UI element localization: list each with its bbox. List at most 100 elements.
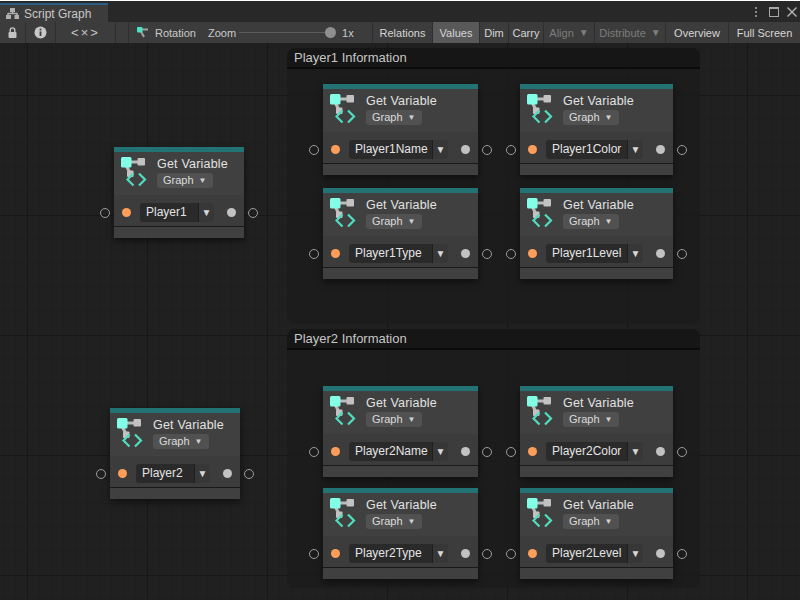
node-get-variable-player1level[interactable]: Get Variable Graph ▼ Player1Level ▼ bbox=[520, 188, 673, 279]
output-port[interactable] bbox=[244, 469, 254, 479]
lock-button[interactable] bbox=[0, 22, 25, 43]
input-port[interactable] bbox=[309, 249, 319, 259]
graph-kind-dropdown[interactable]: Graph ▼ bbox=[563, 514, 619, 529]
variable-name-port[interactable] bbox=[118, 469, 127, 478]
dropdown-arrow-icon[interactable]: ▼ bbox=[628, 544, 643, 563]
carry-button[interactable]: Carry bbox=[508, 22, 543, 43]
fullscreen-button[interactable]: Full Screen bbox=[728, 22, 800, 43]
output-port[interactable] bbox=[677, 447, 687, 457]
group-header[interactable]: Player1 Information bbox=[287, 48, 700, 69]
variable-dropdown-value[interactable]: Player2Color bbox=[546, 442, 628, 461]
node-get-variable-player1[interactable]: Get Variable Graph ▼ Player1 ▼ bbox=[114, 147, 244, 238]
variable-name-port[interactable] bbox=[331, 145, 340, 154]
window-menu-icon[interactable] bbox=[749, 5, 763, 19]
input-port[interactable] bbox=[96, 469, 106, 479]
tab-script-graph[interactable]: Script Graph bbox=[0, 3, 108, 22]
input-port[interactable] bbox=[506, 549, 516, 559]
info-button[interactable] bbox=[26, 22, 55, 43]
input-port[interactable] bbox=[100, 208, 110, 218]
overview-button[interactable]: Overview bbox=[665, 22, 728, 43]
variable-dropdown-value[interactable]: Player1 bbox=[140, 203, 199, 222]
variable-dropdown[interactable]: Player2Level ▼ bbox=[546, 544, 643, 563]
node-get-variable-player2type[interactable]: Get Variable Graph ▼ Player2Type ▼ bbox=[323, 488, 478, 579]
group-header[interactable]: Player2 Information bbox=[287, 329, 700, 350]
variable-dropdown[interactable]: Player2Color ▼ bbox=[546, 442, 643, 461]
node-header[interactable]: Get Variable Graph ▼ bbox=[520, 493, 673, 536]
graph-kind-dropdown[interactable]: Graph ▼ bbox=[563, 412, 619, 427]
maximize-icon[interactable] bbox=[769, 7, 779, 17]
variable-dropdown[interactable]: Player1 ▼ bbox=[140, 203, 214, 222]
graph-canvas[interactable]: Player1 Information Player2 Information … bbox=[0, 43, 800, 600]
node-header[interactable]: Get Variable Graph ▼ bbox=[114, 152, 244, 195]
node-header[interactable]: Get Variable Graph ▼ bbox=[323, 89, 478, 132]
variable-dropdown-value[interactable]: Player2Type bbox=[349, 544, 433, 563]
variable-dropdown[interactable]: Player1Type ▼ bbox=[349, 244, 448, 263]
input-port[interactable] bbox=[309, 447, 319, 457]
input-port[interactable] bbox=[309, 145, 319, 155]
variable-dropdown-value[interactable]: Player1Name bbox=[349, 140, 433, 159]
node-get-variable-player2color[interactable]: Get Variable Graph ▼ Player2Color ▼ bbox=[520, 386, 673, 477]
graph-kind-dropdown[interactable]: Graph ▼ bbox=[563, 110, 619, 125]
variable-name-port[interactable] bbox=[331, 249, 340, 258]
variable-dropdown-value[interactable]: Player1Level bbox=[546, 244, 628, 263]
output-port[interactable] bbox=[482, 447, 492, 457]
variable-name-port[interactable] bbox=[331, 447, 340, 456]
node-header[interactable]: Get Variable Graph ▼ bbox=[323, 391, 478, 434]
distribute-button[interactable]: Distribute▼ bbox=[594, 22, 665, 43]
variable-dropdown-value[interactable]: Player1Color bbox=[546, 140, 628, 159]
variable-dropdown-value[interactable]: Player2Name bbox=[349, 442, 433, 461]
node-header[interactable]: Get Variable Graph ▼ bbox=[520, 193, 673, 236]
dropdown-arrow-icon[interactable]: ▼ bbox=[195, 464, 210, 483]
dim-button[interactable]: Dim bbox=[479, 22, 508, 43]
variable-name-port[interactable] bbox=[122, 208, 131, 217]
close-icon[interactable] bbox=[785, 2, 798, 22]
dropdown-arrow-icon[interactable]: ▼ bbox=[433, 544, 448, 563]
node-get-variable-player2[interactable]: Get Variable Graph ▼ Player2 ▼ bbox=[110, 408, 240, 499]
node-get-variable-player2level[interactable]: Get Variable Graph ▼ Player2Level ▼ bbox=[520, 488, 673, 579]
zoom-slider-handle[interactable] bbox=[325, 27, 336, 38]
output-port[interactable] bbox=[482, 249, 492, 259]
output-port[interactable] bbox=[482, 145, 492, 155]
variables-toggle-button[interactable]: <×> bbox=[56, 22, 115, 43]
input-port[interactable] bbox=[506, 249, 516, 259]
node-get-variable-player1name[interactable]: Get Variable Graph ▼ Player1Name ▼ bbox=[323, 84, 478, 175]
dropdown-arrow-icon[interactable]: ▼ bbox=[628, 244, 643, 263]
node-header[interactable]: Get Variable Graph ▼ bbox=[323, 493, 478, 536]
graph-kind-dropdown[interactable]: Graph ▼ bbox=[366, 412, 422, 427]
variable-dropdown[interactable]: Player2Type ▼ bbox=[349, 544, 448, 563]
variable-name-port[interactable] bbox=[528, 447, 537, 456]
node-get-variable-player1type[interactable]: Get Variable Graph ▼ Player1Type ▼ bbox=[323, 188, 478, 279]
graph-kind-dropdown[interactable]: Graph ▼ bbox=[157, 173, 213, 188]
node-get-variable-player2name[interactable]: Get Variable Graph ▼ Player2Name ▼ bbox=[323, 386, 478, 477]
dropdown-arrow-icon[interactable]: ▼ bbox=[433, 244, 448, 263]
dropdown-arrow-icon[interactable]: ▼ bbox=[628, 442, 643, 461]
align-button[interactable]: Align▼ bbox=[543, 22, 594, 43]
input-port[interactable] bbox=[506, 145, 516, 155]
graph-kind-dropdown[interactable]: Graph ▼ bbox=[563, 214, 619, 229]
variable-dropdown-value[interactable]: Player2Level bbox=[546, 544, 628, 563]
rotation-control[interactable]: Rotation bbox=[129, 22, 196, 43]
zoom-slider[interactable] bbox=[239, 22, 336, 43]
node-header[interactable]: Get Variable Graph ▼ bbox=[110, 413, 240, 456]
input-port[interactable] bbox=[506, 447, 516, 457]
graph-kind-dropdown[interactable]: Graph ▼ bbox=[366, 514, 422, 529]
variable-name-port[interactable] bbox=[331, 549, 340, 558]
dropdown-arrow-icon[interactable]: ▼ bbox=[628, 140, 643, 159]
relations-button[interactable]: Relations bbox=[372, 22, 432, 43]
node-header[interactable]: Get Variable Graph ▼ bbox=[323, 193, 478, 236]
variable-dropdown[interactable]: Player1Level ▼ bbox=[546, 244, 643, 263]
output-port[interactable] bbox=[677, 249, 687, 259]
graph-kind-dropdown[interactable]: Graph ▼ bbox=[366, 214, 422, 229]
variable-dropdown-value[interactable]: Player1Type bbox=[349, 244, 433, 263]
dropdown-arrow-icon[interactable]: ▼ bbox=[433, 140, 448, 159]
values-button[interactable]: Values bbox=[432, 22, 479, 43]
variable-dropdown[interactable]: Player1Name ▼ bbox=[349, 140, 448, 159]
node-header[interactable]: Get Variable Graph ▼ bbox=[520, 89, 673, 132]
variable-dropdown[interactable]: Player2Name ▼ bbox=[349, 442, 448, 461]
graph-kind-dropdown[interactable]: Graph ▼ bbox=[153, 434, 209, 449]
variable-dropdown-value[interactable]: Player2 bbox=[136, 464, 195, 483]
variable-name-port[interactable] bbox=[528, 549, 537, 558]
variable-dropdown[interactable]: Player1Color ▼ bbox=[546, 140, 643, 159]
variable-name-port[interactable] bbox=[528, 249, 537, 258]
variable-name-port[interactable] bbox=[528, 145, 537, 154]
